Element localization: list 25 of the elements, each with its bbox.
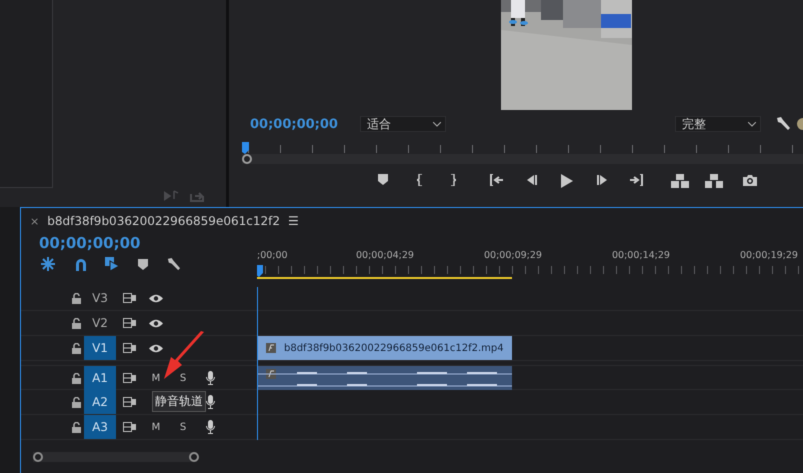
mute-button[interactable]: M [152, 372, 160, 384]
track-target-button[interactable]: V1 [84, 336, 116, 360]
time-label: ;00;00 [257, 250, 289, 261]
time-label: 00;00;09;29 [484, 250, 543, 261]
track-target-button[interactable]: A2 [84, 390, 116, 414]
solo-button[interactable]: S [180, 372, 186, 384]
time-label: 00;00;04;29 [356, 250, 415, 261]
quality-dropdown[interactable]: 完整 [675, 116, 761, 132]
video-clip[interactable]: b8df38f9b03620022966859e061c12f2.mp4 [257, 336, 512, 360]
track-target-button[interactable]: V2 [84, 311, 116, 335]
zoom-dropdown[interactable]: 适合 [360, 116, 446, 132]
mute-button[interactable]: M [152, 422, 160, 432]
clip-name: b8df38f9b03620022966859e061c12f2.mp4 [284, 342, 504, 354]
solo-button[interactable]: S [180, 422, 186, 432]
tooltip: 静音轨道 [152, 391, 206, 412]
timecode[interactable]: 00;00;00;00 [39, 234, 257, 252]
timecode[interactable]: 00;00;00;00 [250, 116, 338, 132]
track-target-button[interactable]: A3 [84, 415, 116, 439]
panel-menu-button[interactable]: ☰ [288, 214, 299, 228]
close-tab-button[interactable]: × [30, 214, 40, 228]
sequence-tab[interactable]: b8df38f9b03620022966859e061c12f2 [47, 214, 280, 228]
track-target-button[interactable]: A1 [84, 366, 116, 390]
time-label: 00;00;19;29 [740, 250, 799, 261]
time-label: 00;00;14;29 [612, 250, 671, 261]
track-target-button[interactable]: V3 [84, 286, 116, 310]
